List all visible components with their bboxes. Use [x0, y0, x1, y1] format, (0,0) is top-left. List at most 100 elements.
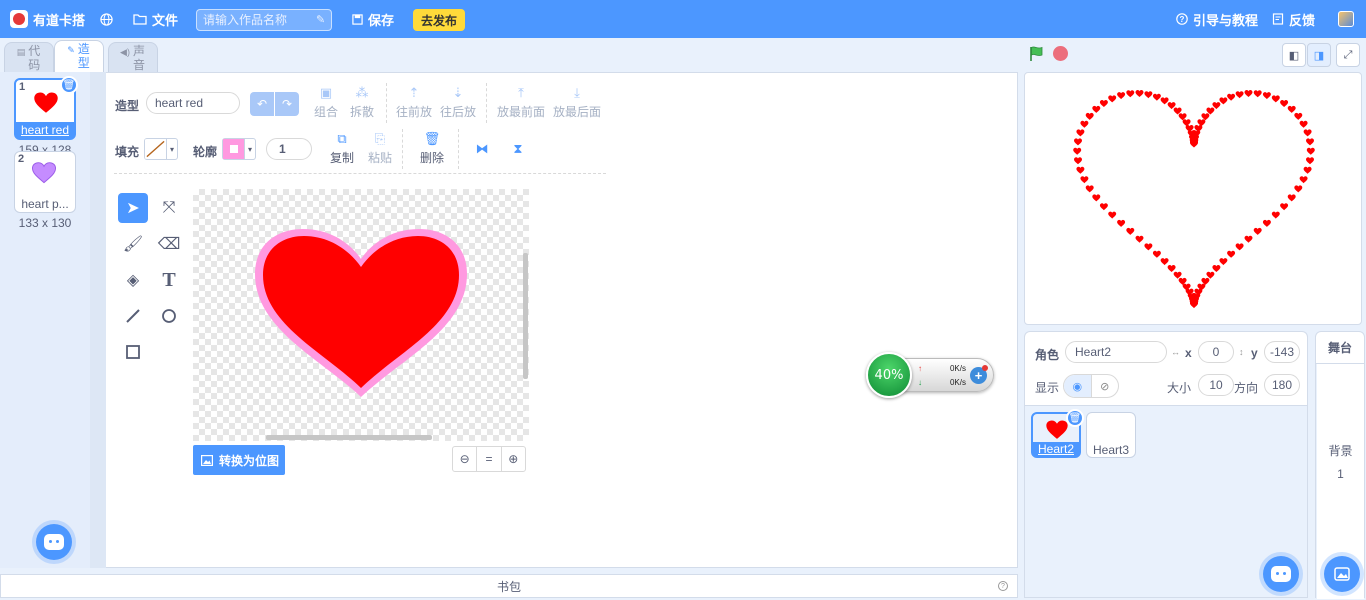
tab-sound[interactable]: ◀) 声音: [108, 42, 158, 72]
delete-sprite-icon[interactable]: 🗑: [1066, 409, 1084, 427]
zoom-reset-button[interactable]: =: [477, 447, 502, 471]
costume-list-scrollbar[interactable]: [90, 72, 106, 568]
small-heart: [1160, 258, 1169, 266]
top-menu-bar: 有道卡搭 文件 ✎ 保存 去发布 ? 引导与教程 反馈: [0, 0, 1366, 38]
zoom-out-button[interactable]: ⊖: [453, 447, 478, 471]
show-sprite-button[interactable]: ◉: [1064, 375, 1092, 397]
small-heart: [1294, 112, 1303, 120]
convert-to-bitmap-button[interactable]: 转换为位图: [193, 445, 285, 475]
delete-label: 删除: [419, 151, 444, 165]
small-heart: [1219, 97, 1228, 105]
x-input[interactable]: [1198, 341, 1234, 363]
line-tool[interactable]: [118, 301, 148, 331]
sprite-item[interactable]: Heart3: [1086, 412, 1136, 458]
backward-button[interactable]: ⇣ 往后放: [436, 85, 480, 120]
network-speed-widget[interactable]: 40% ↑ 0K/s ↓ 0K/s +: [866, 352, 994, 398]
delete-costume-icon[interactable]: 🗑: [60, 76, 78, 94]
sprite-item[interactable]: Heart2 🗑: [1031, 409, 1084, 458]
no-fill-swatch: [145, 139, 167, 159]
direction-input[interactable]: [1264, 374, 1300, 396]
small-heart: [1271, 211, 1280, 219]
language-button[interactable]: [100, 0, 113, 38]
ungroup-button[interactable]: ⁂ 拆散: [340, 85, 384, 120]
fill-tool[interactable]: ◈: [118, 265, 148, 295]
small-stage-icon: ◧: [1288, 49, 1300, 62]
zoom-in-button[interactable]: ⊕: [502, 447, 525, 471]
small-heart: [1294, 185, 1303, 193]
notification-dot: [982, 365, 988, 371]
tab-code[interactable]: ▤ 代码: [4, 42, 54, 72]
tab-costume[interactable]: ✎ 造型: [54, 40, 104, 72]
stop-icon[interactable]: [1053, 46, 1068, 61]
paste-button[interactable]: ⎘ 粘贴: [358, 131, 402, 166]
front-button[interactable]: ⤒ 放最前面: [494, 85, 548, 120]
backdrop-count: 1: [1337, 467, 1344, 481]
costume-name-input[interactable]: [146, 92, 240, 114]
add-sprite-button[interactable]: [1263, 556, 1299, 592]
size-input[interactable]: [1198, 374, 1234, 396]
undo-icon: ↶: [256, 97, 268, 111]
fullscreen-button[interactable]: ⤢: [1336, 43, 1360, 67]
small-heart: [1244, 235, 1253, 243]
forward-button[interactable]: ⇡ 往前放: [392, 85, 436, 120]
redo-icon: ↷: [281, 97, 293, 111]
outline-color-picker[interactable]: ▾: [222, 138, 256, 160]
rectangle-tool[interactable]: [118, 337, 148, 367]
costume-item[interactable]: 2 heart p...: [14, 151, 76, 213]
select-tool[interactable]: ➤: [118, 193, 148, 223]
save-button[interactable]: 保存: [352, 0, 394, 38]
trash-icon: 🗑: [423, 131, 441, 146]
add-backdrop-button[interactable]: [1324, 556, 1360, 592]
project-title-input[interactable]: [196, 9, 332, 31]
small-heart: [1182, 119, 1191, 127]
help-icon[interactable]: ?: [998, 581, 1008, 591]
ai-assistant-button[interactable]: [36, 524, 72, 560]
forward-icon: ⇡: [408, 85, 420, 100]
file-menu[interactable]: 文件: [133, 0, 178, 38]
costume-item[interactable]: 1 heart red 🗑: [14, 76, 78, 140]
flip-vertical-button[interactable]: ⧗: [496, 141, 540, 159]
tab-sound-label: 声音: [132, 44, 145, 72]
costume-number: 1: [19, 81, 26, 93]
reshape-tool[interactable]: ⤧: [154, 193, 184, 223]
outline-width-input[interactable]: [266, 138, 312, 160]
sprite-name: Heart3: [1092, 443, 1130, 457]
hide-sprite-button[interactable]: ⊘: [1092, 375, 1119, 397]
fill-color-picker[interactable]: ▾: [144, 138, 178, 160]
backdrop-label: 背景: [1328, 444, 1353, 458]
undo-button[interactable]: ↶: [250, 92, 274, 116]
small-heart: [1152, 93, 1161, 101]
flip-vertical-icon: ⧗: [513, 141, 523, 156]
copy-icon: ⧉: [337, 131, 347, 146]
circle-tool[interactable]: [154, 301, 184, 331]
stage-selector[interactable]: 舞台 背景 1: [1315, 331, 1365, 599]
small-heart: [1303, 129, 1312, 137]
stage-canvas[interactable]: [1024, 72, 1362, 325]
canvas-vertical-scrollbar[interactable]: [523, 253, 528, 379]
small-stage-button[interactable]: ◧: [1282, 43, 1306, 67]
backpack-bar[interactable]: 书包 ?: [0, 574, 1018, 598]
toolbar-separator: [114, 173, 606, 174]
text-tool[interactable]: T: [154, 265, 184, 295]
eraser-tool[interactable]: ⌫: [154, 229, 184, 259]
y-input[interactable]: [1264, 341, 1300, 363]
outline-inner-icon: [229, 145, 238, 153]
delete-button[interactable]: 🗑 删除: [410, 131, 454, 166]
guide-button[interactable]: ? 引导与教程: [1176, 0, 1258, 38]
small-heart: [1303, 166, 1312, 174]
sprite-name-input[interactable]: [1065, 341, 1167, 363]
brush-tool[interactable]: 🖌: [118, 229, 148, 259]
feedback-button[interactable]: 反馈: [1272, 0, 1315, 38]
redo-button[interactable]: ↷: [275, 92, 299, 116]
logo[interactable]: 有道卡搭: [10, 0, 85, 38]
toolbar-divider: [458, 129, 459, 169]
user-avatar[interactable]: [1338, 11, 1354, 27]
small-heart: [1117, 219, 1126, 227]
publish-button[interactable]: 去发布: [413, 9, 465, 31]
canvas-horizontal-scrollbar[interactable]: [266, 435, 432, 440]
green-flag-icon[interactable]: [1028, 46, 1044, 62]
paint-canvas[interactable]: [193, 189, 529, 441]
normal-stage-button[interactable]: ◨: [1307, 43, 1331, 67]
back-button[interactable]: ⤓ 放最后面: [550, 85, 604, 120]
small-heart: [1262, 219, 1271, 227]
